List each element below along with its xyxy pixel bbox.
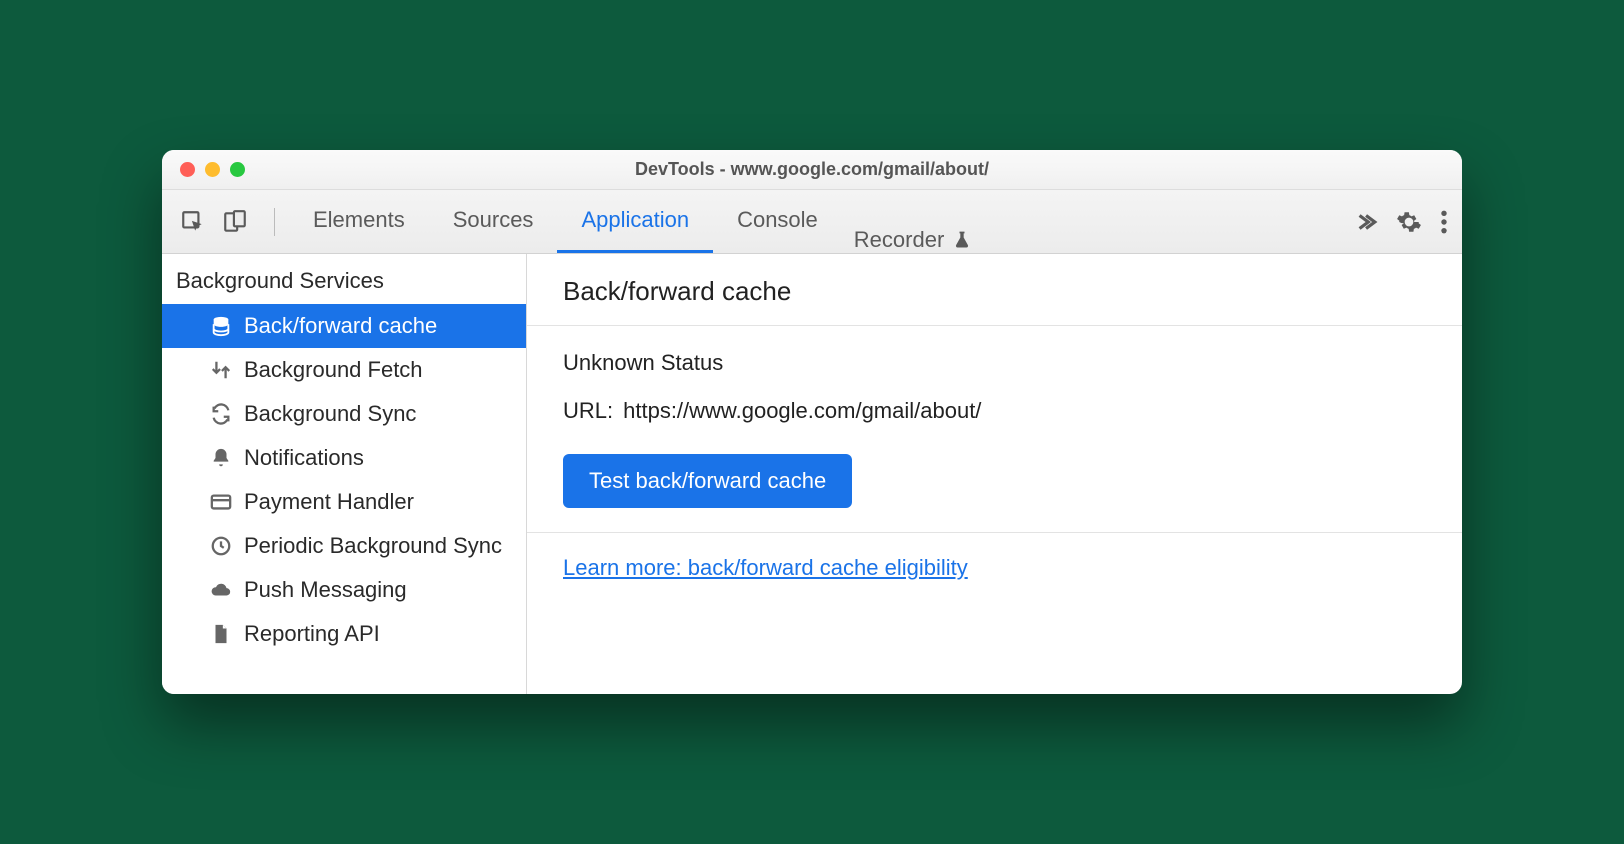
sidebar-item-label: Periodic Background Sync (244, 533, 502, 559)
learn-more-section: Learn more: back/forward cache eligibili… (527, 532, 1462, 599)
sidebar-item-label: Payment Handler (244, 489, 414, 515)
sidebar-heading: Background Services (162, 254, 526, 304)
toolbar: Elements Sources Application Console Rec… (162, 190, 1462, 254)
settings-icon[interactable] (1396, 209, 1422, 235)
traffic-lights (180, 162, 245, 177)
sidebar-item-reporting-api[interactable]: Reporting API (162, 612, 526, 656)
main-title: Back/forward cache (527, 254, 1462, 326)
window-title: DevTools - www.google.com/gmail/about/ (162, 159, 1462, 180)
sidebar-item-background-sync[interactable]: Background Sync (162, 392, 526, 436)
sidebar-item-background-fetch[interactable]: Background Fetch (162, 348, 526, 392)
toolbar-divider (274, 208, 275, 236)
sidebar: Background Services Back/forward cache B… (162, 254, 527, 694)
main-content: Unknown Status URL: https://www.google.c… (527, 326, 1462, 532)
device-toolbar-icon[interactable] (218, 205, 252, 239)
tab-application[interactable]: Application (557, 190, 713, 253)
flask-icon (952, 230, 972, 250)
url-row: URL: https://www.google.com/gmail/about/ (563, 398, 1426, 424)
recorder-label: Recorder (854, 227, 944, 253)
zoom-window-button[interactable] (230, 162, 245, 177)
devtools-window: DevTools - www.google.com/gmail/about/ E… (162, 150, 1462, 694)
clock-icon (210, 535, 232, 557)
cloud-icon (210, 579, 232, 601)
sidebar-item-push-messaging[interactable]: Push Messaging (162, 568, 526, 612)
tab-console[interactable]: Console (713, 190, 842, 253)
status-text: Unknown Status (563, 350, 1426, 376)
main-panel: Back/forward cache Unknown Status URL: h… (527, 254, 1462, 694)
fetch-icon (210, 359, 232, 381)
database-icon (210, 315, 232, 337)
more-tabs-icon[interactable] (1352, 209, 1378, 235)
tab-elements[interactable]: Elements (289, 190, 429, 253)
bell-icon (210, 447, 232, 469)
card-icon (210, 491, 232, 513)
sidebar-item-notifications[interactable]: Notifications (162, 436, 526, 480)
sidebar-item-bfcache[interactable]: Back/forward cache (162, 304, 526, 348)
learn-more-link[interactable]: Learn more: back/forward cache eligibili… (563, 555, 968, 580)
test-bfcache-button[interactable]: Test back/forward cache (563, 454, 852, 508)
sidebar-item-label: Background Sync (244, 401, 416, 427)
sidebar-item-label: Back/forward cache (244, 313, 437, 339)
minimize-window-button[interactable] (205, 162, 220, 177)
sidebar-item-label: Push Messaging (244, 577, 407, 603)
inspect-element-icon[interactable] (176, 205, 210, 239)
sidebar-item-label: Reporting API (244, 621, 380, 647)
titlebar: DevTools - www.google.com/gmail/about/ (162, 150, 1462, 190)
url-label: URL: (563, 398, 613, 424)
panel-tabs: Elements Sources Application Console Rec… (289, 190, 984, 253)
sidebar-item-periodic-sync[interactable]: Periodic Background Sync (162, 524, 526, 568)
tab-sources[interactable]: Sources (429, 190, 558, 253)
panel-body: Background Services Back/forward cache B… (162, 254, 1462, 694)
file-icon (210, 623, 232, 645)
toolbar-right (1352, 209, 1448, 235)
sidebar-item-label: Notifications (244, 445, 364, 471)
tab-recorder[interactable]: Recorder (842, 227, 984, 253)
url-value: https://www.google.com/gmail/about/ (623, 398, 981, 424)
sidebar-item-payment-handler[interactable]: Payment Handler (162, 480, 526, 524)
sync-icon (210, 403, 232, 425)
kebab-menu-icon[interactable] (1440, 209, 1448, 235)
close-window-button[interactable] (180, 162, 195, 177)
sidebar-item-label: Background Fetch (244, 357, 423, 383)
